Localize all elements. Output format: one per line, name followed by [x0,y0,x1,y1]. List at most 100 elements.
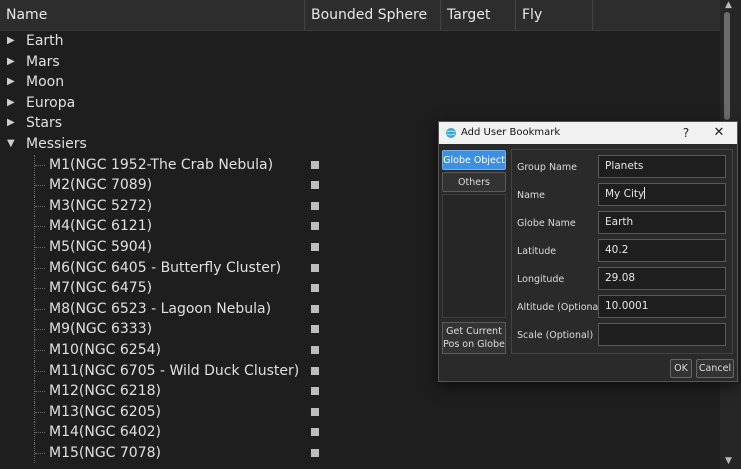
expand-arrow-icon[interactable]: ▶ [7,113,19,134]
close-button[interactable]: ✕ [709,122,729,144]
bounded-sphere-checkbox[interactable] [311,284,319,293]
tree-item-label: Europa [26,94,76,111]
ok-button[interactable]: OK [670,359,692,378]
bounded-sphere-checkbox[interactable] [311,448,319,457]
tree-item-label: M12(NGC 6218) [49,383,161,400]
bounded-sphere-checkbox[interactable] [311,263,319,272]
altitude-label: Altitude (Optional) [517,302,605,313]
tree-item-messier[interactable]: M14(NGC 6402) [0,422,720,443]
tree-branch-line [35,205,45,207]
tree-branch-line [35,308,45,310]
tree-group-earth[interactable]: ▶ Earth [0,31,720,52]
tree-item-label: Messiers [26,135,87,152]
altitude-input[interactable]: 10.0001 [598,295,726,318]
dialog-title: Add User Bookmark [461,127,561,138]
collapse-arrow-icon[interactable]: ▼ [7,134,19,155]
longitude-input[interactable]: 29.08 [598,267,726,290]
scale-label: Scale (Optional) [517,330,594,341]
expand-arrow-icon[interactable]: ▶ [7,31,19,52]
altitude-value: 10.0001 [605,300,649,312]
bounded-sphere-checkbox[interactable] [311,345,319,354]
help-button[interactable]: ? [677,122,695,144]
tree-group-mars[interactable]: ▶ Mars [0,52,720,73]
tree-item-label: M9(NGC 6333) [49,321,153,338]
expand-arrow-icon[interactable]: ▶ [7,93,19,114]
tree-item-label: M5(NGC 5904) [49,238,153,255]
bounded-sphere-checkbox[interactable] [311,222,319,231]
tree-item-label: M10(NGC 6254) [49,341,161,358]
scroll-down-arrow-icon[interactable]: ▼ [725,456,732,466]
tree-item-label: M2(NGC 7089) [49,177,153,194]
bounded-sphere-checkbox[interactable] [311,428,319,437]
scrollbar-thumb[interactable] [724,12,730,120]
app-globe-icon [446,128,456,138]
latitude-input[interactable]: 40.2 [598,239,726,262]
group-name-label: Group Name [517,162,577,173]
dialog-titlebar[interactable]: Add User Bookmark ? ✕ [439,122,737,144]
tab-globe-object[interactable]: Globe Object [442,150,506,170]
tree-branch-line [35,370,45,372]
column-header-bounded-sphere[interactable]: Bounded Sphere [305,0,441,30]
tree-item-messier[interactable]: M13(NGC 6205) [0,401,720,423]
tree-item-label: M11(NGC 6705 - Wild Duck Cluster) [49,362,300,379]
scroll-up-arrow-icon[interactable]: ▲ [725,0,732,10]
tree-item-label: M7(NGC 6475) [49,280,153,297]
tree-branch-line [35,226,45,228]
tree-branch-line [35,452,45,454]
longitude-label: Longitude [517,274,565,285]
expand-arrow-icon[interactable]: ▶ [7,52,19,73]
tree-item-label: Moon [26,74,65,91]
latitude-value: 40.2 [605,244,629,256]
tree-branch-line [35,164,45,166]
bounded-sphere-checkbox[interactable] [311,407,319,416]
tree-branch-line [35,246,45,248]
tab-side-panel [442,194,506,318]
tree-item-label: M8(NGC 6523 - Lagoon Nebula) [49,300,272,317]
group-name-value: Planets [605,160,644,172]
tree-group-moon[interactable]: ▶ Moon [0,72,720,93]
globe-name-input[interactable]: Earth [598,211,726,234]
tree-branch-line [35,391,45,393]
tree-item-label: Earth [26,33,64,49]
bounded-sphere-checkbox[interactable] [311,201,319,210]
tree-header: Name Bounded Sphere Target Fly [0,0,720,31]
bounded-sphere-checkbox[interactable] [311,325,319,334]
tree-item-label: M6(NGC 6405 - Butterfly Cluster) [49,259,282,276]
column-header-target[interactable]: Target [441,0,516,30]
column-header-name[interactable]: Name [0,0,305,30]
bounded-sphere-checkbox[interactable] [311,181,319,190]
tab-others[interactable]: Others [442,172,506,192]
get-pos-label-line2: Pos on Globe [443,338,505,350]
column-header-fly[interactable]: Fly [516,0,593,30]
get-current-pos-button[interactable]: Get Current Pos on Globe [442,322,506,354]
tree-item-label: M13(NGC 6205) [49,403,161,420]
tree-branch-line [35,349,45,351]
tree-group-europa[interactable]: ▶ Europa [0,93,720,114]
get-pos-label-line1: Get Current [446,326,502,337]
group-name-input[interactable]: Planets [598,155,726,178]
name-input[interactable]: My City [598,183,726,206]
bounded-sphere-checkbox[interactable] [311,160,319,169]
tree-branch-line [35,411,45,413]
tree-branch-line [35,288,45,290]
bounded-sphere-checkbox[interactable] [311,387,319,396]
latitude-label: Latitude [517,246,557,257]
tree-branch-line [35,267,45,269]
tree-item-label: M15(NGC 7078) [49,444,161,461]
bounded-sphere-checkbox[interactable] [311,366,319,375]
tree-item-label: M14(NGC 6402) [49,424,161,441]
tree-branch-line [35,185,45,187]
cancel-button[interactable]: Cancel [696,359,734,378]
bounded-sphere-checkbox[interactable] [311,242,319,251]
tree-item-label: M3(NGC 5272) [49,197,153,214]
expand-arrow-icon[interactable]: ▶ [7,72,19,93]
bounded-sphere-checkbox[interactable] [311,304,319,313]
tree-item-label: Mars [26,53,60,70]
add-user-bookmark-dialog: Add User Bookmark ? ✕ Globe Object Other… [438,121,738,382]
scale-input[interactable] [598,323,726,346]
tree-item-messier[interactable]: M15(NGC 7078) [0,442,720,464]
tree-item-messier[interactable]: M12(NGC 6218) [0,381,720,402]
name-value: My City [605,188,645,200]
longitude-value: 29.08 [605,272,636,284]
globe-name-label: Globe Name [517,218,576,229]
